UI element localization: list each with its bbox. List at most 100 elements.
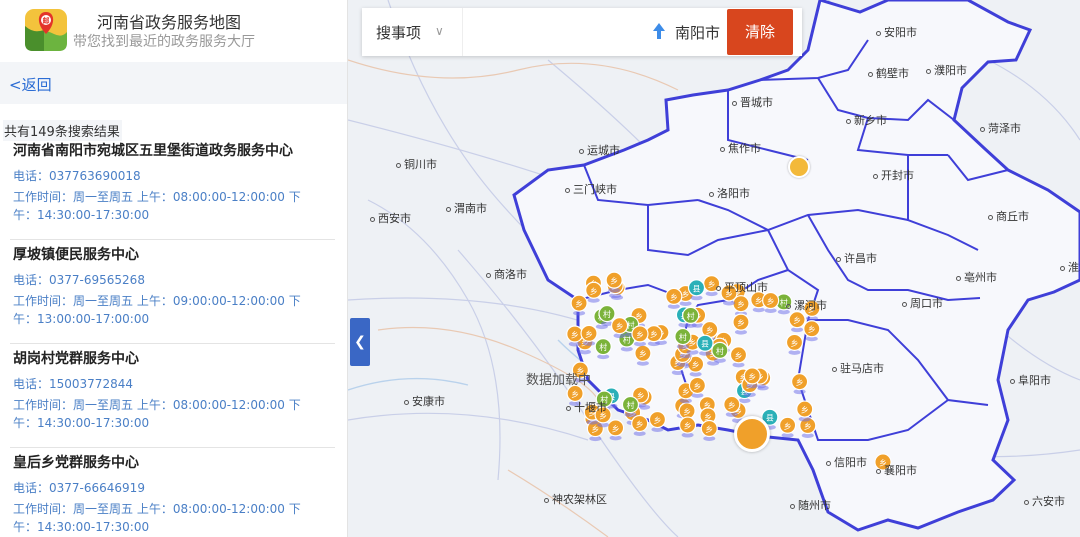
svg-text:乡: 乡 (650, 330, 658, 339)
search-type-dropdown[interactable]: 搜事项 (376, 22, 421, 43)
result-phone: 电话：15003772844 (13, 377, 133, 391)
service-marker-icon[interactable]: 乡 (580, 324, 598, 346)
svg-text:乡: 乡 (636, 330, 644, 339)
location-arrow-icon (653, 23, 665, 39)
service-marker-icon[interactable]: 县 (687, 279, 706, 301)
city-label: 六安市 (1024, 493, 1065, 509)
city-selector[interactable]: 南阳市 (675, 22, 720, 43)
service-marker-icon[interactable]: 乡 (688, 376, 707, 398)
service-marker-icon[interactable]: 乡 (778, 416, 797, 438)
svg-text:乡: 乡 (808, 325, 816, 334)
city-label: 商洛市 (486, 266, 527, 282)
service-marker-icon[interactable]: 乡 (743, 367, 761, 389)
service-marker-icon[interactable]: 乡 (785, 333, 804, 355)
service-marker-icon[interactable]: 村 (711, 341, 729, 363)
svg-text:乡: 乡 (793, 316, 801, 325)
results-list: 河南省南阳市宛城区五里堡街道政务服务中心 电话：037763690018 工作时… (0, 136, 347, 537)
service-marker-icon[interactable]: 乡 (788, 311, 806, 333)
service-marker-icon[interactable]: 县 (696, 334, 714, 356)
city-label: 信阳市 (826, 454, 867, 470)
service-marker-icon[interactable]: 乡 (665, 287, 683, 309)
svg-text:乡: 乡 (616, 322, 624, 331)
service-marker-icon[interactable]: 乡 (570, 294, 588, 316)
service-marker-icon[interactable]: 乡 (732, 313, 750, 335)
city-label: 新乡市 (846, 112, 887, 128)
service-marker-icon[interactable]: 乡 (605, 271, 623, 293)
svg-text:乡: 乡 (796, 378, 804, 387)
city-label: 安康市 (404, 393, 445, 409)
service-marker-icon[interactable]: 乡 (803, 320, 821, 342)
city-label: 鹤壁市 (868, 65, 909, 81)
service-marker-icon[interactable]: 村 (594, 338, 612, 360)
chevron-down-icon: ∨ (435, 24, 444, 38)
result-phone: 电话：0377-69565268 (13, 273, 145, 287)
service-marker-icon[interactable]: 乡 (631, 414, 649, 436)
svg-text:村: 村 (626, 400, 634, 410)
svg-text:乡: 乡 (735, 351, 743, 360)
svg-text:乡: 乡 (737, 319, 745, 328)
result-count: 共有149条搜索结果 (3, 120, 122, 141)
back-link[interactable]: <返回 (9, 74, 52, 95)
service-marker-icon[interactable]: 乡 (679, 416, 697, 438)
service-marker-icon[interactable]: 乡 (585, 281, 603, 303)
svg-text:乡: 乡 (728, 401, 736, 410)
building-marker-icon[interactable] (734, 416, 770, 452)
service-marker-icon[interactable]: 乡 (762, 291, 780, 313)
service-marker-icon[interactable]: 村 (621, 395, 640, 418)
city-label: 神农架林区 (544, 491, 607, 507)
svg-text:县: 县 (693, 284, 701, 293)
city-label: 渭南市 (446, 200, 487, 216)
svg-text:乡: 乡 (637, 391, 645, 400)
svg-text:乡: 乡 (612, 424, 620, 433)
divider (462, 8, 463, 56)
svg-text:村: 村 (687, 311, 695, 321)
svg-text:乡: 乡 (636, 420, 644, 429)
result-phone: 电话：037763690018 (13, 169, 141, 183)
service-marker-icon[interactable]: 乡 (566, 325, 584, 347)
search-bar: 搜事项 ∨ 南阳市 清除 (362, 8, 802, 56)
svg-text:村: 村 (716, 346, 724, 356)
svg-text:乡: 乡 (755, 296, 763, 305)
svg-text:乡: 乡 (706, 326, 714, 335)
service-marker-icon[interactable]: 乡 (606, 419, 625, 441)
hq-marker-icon[interactable] (788, 156, 810, 178)
service-marker-icon[interactable]: 乡 (791, 373, 809, 395)
city-label: 十堰市 (566, 399, 607, 415)
city-label: 运城市 (579, 142, 620, 158)
city-label: 阜阳市 (1010, 372, 1051, 388)
result-item[interactable]: 皇后乡党群服务中心 电话：0377-66646919 工作时间：周一至周五 上午… (0, 448, 347, 537)
service-marker-icon[interactable]: 乡 (700, 419, 718, 441)
app-subtitle: 带您找到最近的政务服务大厅 (73, 34, 255, 50)
result-item[interactable]: 河南省南阳市宛城区五里堡街道政务服务中心 电话：037763690018 工作时… (0, 136, 347, 240)
collapse-panel-button[interactable]: ❮ (350, 318, 370, 366)
service-marker-icon[interactable]: 村 (674, 327, 692, 350)
result-item[interactable]: 胡岗村党群服务中心 电话：15003772844 工作时间：周一至周五 上午：0… (0, 344, 347, 448)
result-hours: 工作时间：周一至周五 上午：08:00:00-12:00:00 下午：14:30… (13, 190, 301, 222)
svg-text:乡: 乡 (801, 406, 809, 415)
svg-text:乡: 乡 (653, 416, 661, 425)
svg-text:乡: 乡 (591, 425, 599, 434)
map-view[interactable]: 乡村乡乡乡乡乡乡乡乡乡乡村乡乡乡乡县乡县乡乡乡村乡乡村乡乡乡乡乡乡乡乡乡乡乡乡乡… (348, 0, 1080, 537)
search-input[interactable] (466, 18, 646, 46)
city-label: 晋城市 (732, 94, 773, 110)
result-hours: 工作时间：周一至周五 上午：08:00:00-12:00:00 下午：14:30… (13, 502, 301, 534)
result-item[interactable]: 厚坡镇便民服务中心 电话：0377-69565268 工作时间：周一至周五 上午… (0, 240, 347, 344)
result-phone: 电话：0377-66646919 (13, 481, 145, 495)
service-marker-icon[interactable]: 乡 (732, 295, 750, 317)
svg-text:乡: 乡 (693, 382, 701, 391)
service-marker-icon[interactable]: 乡 (648, 410, 667, 433)
service-marker-icon[interactable]: 乡 (723, 395, 741, 417)
city-label: 驻马店市 (832, 360, 884, 376)
service-marker-icon[interactable]: 乡 (610, 317, 629, 339)
result-hours: 工作时间：周一至周五 上午：08:00:00-12:00:00 下午：14:30… (13, 398, 301, 430)
service-marker-icon[interactable]: 乡 (634, 344, 652, 366)
city-label: 随州市 (790, 497, 831, 513)
city-label: 亳州市 (956, 269, 997, 285)
clear-button[interactable]: 清除 (727, 9, 793, 55)
service-marker-icon[interactable]: 乡 (796, 400, 814, 422)
service-marker-icon[interactable]: 村 (682, 306, 700, 328)
svg-text:乡: 乡 (571, 330, 579, 339)
svg-text:乡: 乡 (683, 407, 691, 416)
service-marker-icon[interactable]: 乡 (729, 346, 748, 368)
service-marker-icon[interactable]: 乡 (631, 325, 649, 347)
